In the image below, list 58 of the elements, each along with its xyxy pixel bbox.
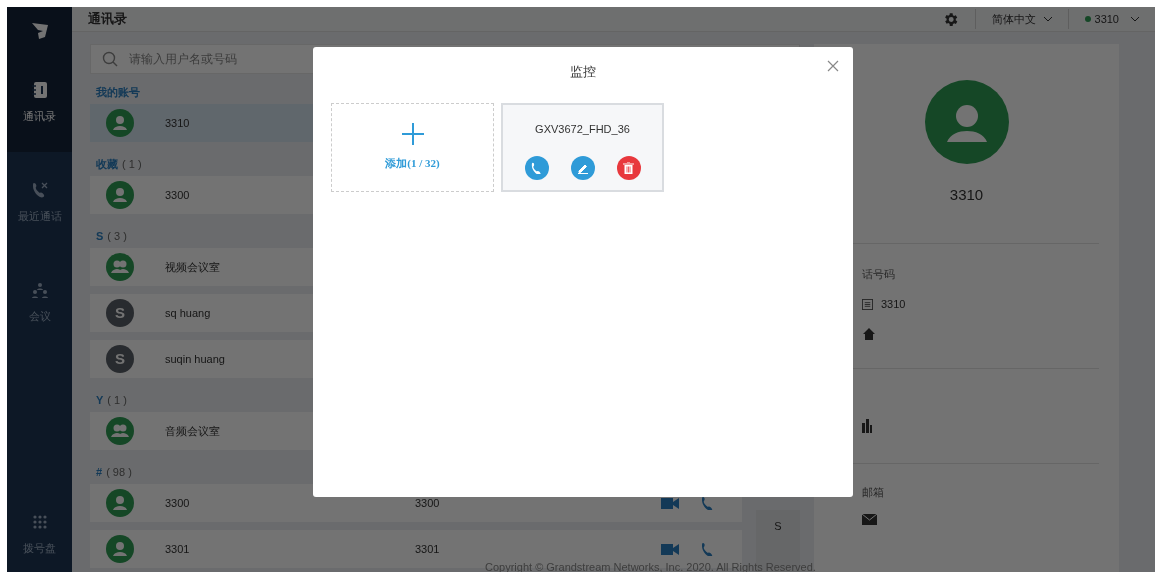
section-count: ( 98 ) — [106, 464, 132, 480]
avatar-initial: S — [106, 345, 134, 373]
contact-name: suqin huang — [165, 351, 226, 367]
add-device-button[interactable]: 添加(1 / 32) — [331, 103, 494, 192]
chevron-down-icon — [1131, 16, 1139, 22]
section-label: Y — [96, 392, 104, 408]
phone-grid-icon — [862, 298, 873, 310]
avatar-icon — [106, 535, 134, 563]
account-dropdown[interactable]: 3310 — [1084, 10, 1139, 28]
nav-item[interactable]: 通讯录 — [7, 52, 72, 152]
close-icon — [827, 60, 839, 72]
avatar-icon — [106, 489, 134, 517]
page-title: 通讯录 — [88, 10, 127, 29]
contact-name: 3301 — [165, 541, 191, 557]
home-icon — [862, 326, 876, 341]
field-label: 邮箱 — [862, 484, 885, 500]
field-label: 话号码 — [862, 266, 896, 282]
contact-name: 3310 — [949, 185, 984, 205]
video-call-icon[interactable] — [661, 543, 679, 555]
dialog-title: 监控 — [570, 63, 596, 82]
phone-number: 3310 — [881, 297, 906, 312]
device-name: GXV3672_FHD_36 — [535, 122, 630, 137]
chevron-down-icon — [1043, 16, 1052, 22]
search-icon — [102, 51, 118, 67]
contact-number: 3301 — [415, 541, 441, 557]
section-count: ( 1 ) — [122, 156, 142, 172]
group-icon — [106, 253, 134, 281]
section-label: 我的账号 — [96, 84, 140, 100]
section-label: # — [96, 464, 103, 480]
edit-button[interactable] — [570, 155, 595, 180]
section-count: ( 1 ) — [107, 392, 127, 408]
close-button[interactable] — [827, 59, 841, 73]
address-book-icon — [29, 79, 50, 100]
section-count: ( 3 ) — [107, 228, 127, 244]
contact-name: 3310 — [165, 115, 191, 131]
contact-name: 3300 — [165, 187, 191, 203]
language-dropdown[interactable]: 简体中文 — [991, 10, 1052, 28]
avatar-icon — [924, 80, 1009, 164]
call-button[interactable] — [524, 155, 549, 180]
contact-name: 音频会议室 — [165, 423, 221, 439]
mail-icon — [862, 514, 877, 525]
avatar-initial: S — [106, 299, 134, 327]
avatar-icon — [106, 181, 134, 209]
trash-icon — [623, 161, 634, 174]
avatar-icon — [106, 109, 134, 137]
section-label: 收藏 — [96, 156, 118, 172]
contact-name: 3300 — [165, 495, 191, 511]
contact-name: sq huang — [165, 305, 212, 321]
contact-number: 3300 — [415, 495, 441, 511]
video-call-icon[interactable] — [661, 497, 679, 509]
group-icon — [106, 417, 134, 445]
delete-button[interactable] — [616, 155, 641, 180]
index-letter[interactable]: S — [774, 518, 782, 535]
section-label: S — [96, 228, 104, 244]
plus-icon — [401, 123, 424, 146]
contact-name: 视频会议室 — [165, 259, 221, 275]
phone-icon[interactable] — [701, 496, 715, 510]
phone-icon — [530, 161, 543, 174]
